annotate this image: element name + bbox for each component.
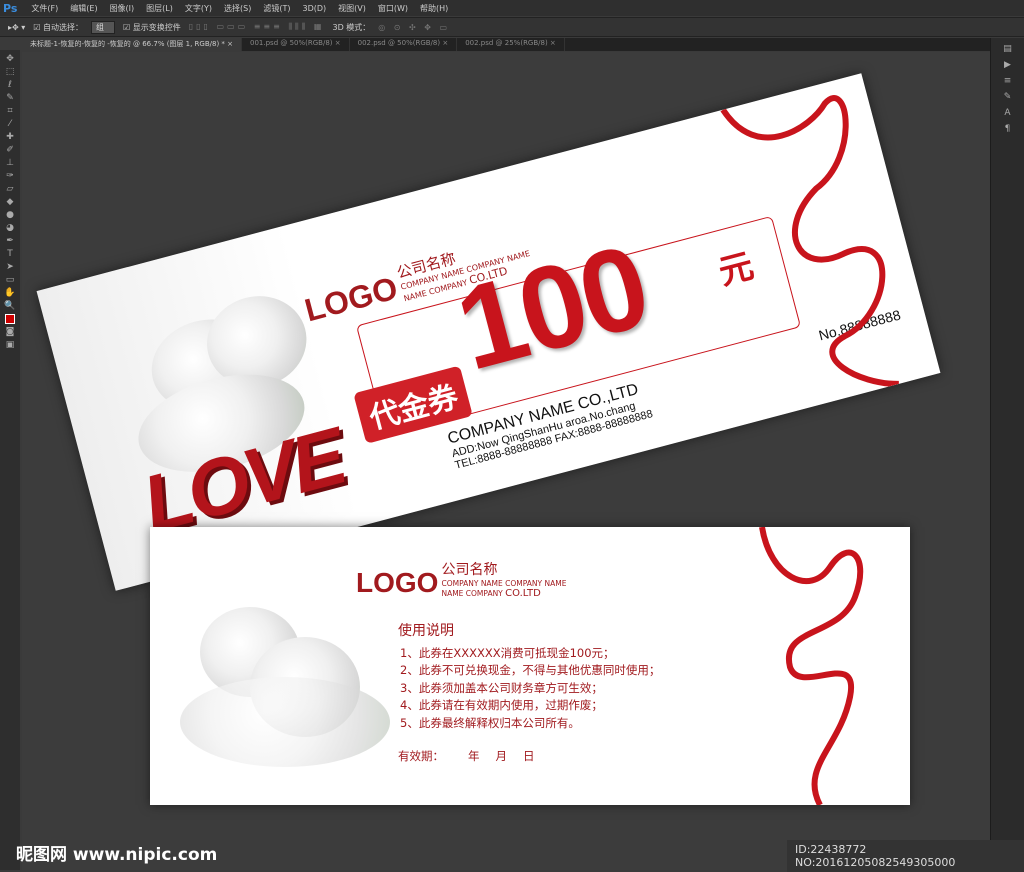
- instruction-item: 3、此券须加盖本公司财务章方可生效；: [400, 680, 603, 695]
- zoom-tool-icon[interactable]: 🔍: [4, 301, 15, 311]
- image-id-watermark: ID:22438772 NO:20161205082549305000: [787, 840, 1024, 872]
- validity-month: 月: [495, 749, 508, 763]
- menu-bar: Ps 文件(F) 编辑(E) 图像(I) 图层(L) 文字(Y) 选择(S) 滤…: [0, 0, 1024, 16]
- menu-3d[interactable]: 3D(D): [296, 4, 332, 13]
- color-swatch-icon[interactable]: [5, 314, 15, 324]
- menu-image[interactable]: 图像(I): [104, 3, 141, 14]
- auto-select-checkbox[interactable]: ☑ 自动选择：: [33, 22, 83, 33]
- menu-window[interactable]: 窗口(W): [372, 3, 414, 14]
- tab-document-4[interactable]: 002.psd @ 25%(RGB/8) ×: [457, 38, 565, 51]
- company-name-en: COMPANY NAME COMPANY NAME: [441, 579, 567, 588]
- instruction-item: 5、此券最终解释权归本公司所有。: [400, 715, 580, 730]
- quick-mask-icon[interactable]: ◙: [6, 327, 15, 337]
- shape-tool-icon[interactable]: ▭: [6, 275, 15, 285]
- instruction-item: 2、此券不可兑换现金，不得与其他优惠同时使用；: [400, 663, 661, 677]
- pen-tool-icon[interactable]: ✒: [6, 236, 14, 246]
- eyedropper-tool-icon[interactable]: ⁄: [9, 119, 11, 129]
- logo-text: LOGO: [356, 567, 439, 598]
- quick-select-tool-icon[interactable]: ✎: [6, 93, 14, 103]
- company-name-block: 公司名称 COMPANY NAME COMPANY NAME NAME COMP…: [441, 559, 566, 599]
- validity-row: 有效期： 年 月 日: [398, 748, 660, 766]
- brush-panel-icon[interactable]: ✎: [991, 92, 1024, 102]
- show-transform-checkbox[interactable]: ☑ 显示变换控件: [123, 22, 181, 33]
- marquee-tool-icon[interactable]: ⬚: [6, 67, 15, 77]
- crop-tool-icon[interactable]: ⌗: [7, 106, 12, 116]
- instruction-item: 4、此券请在有效期内使用，过期作废；: [400, 698, 603, 712]
- actions-panel-icon[interactable]: ▶: [991, 60, 1024, 70]
- blur-tool-icon[interactable]: ●: [6, 210, 14, 220]
- layers-panel-icon[interactable]: ≡: [991, 76, 1024, 86]
- tab-label: 001.psd @ 50%(RGB/8): [250, 39, 333, 47]
- menu-select[interactable]: 选择(S): [218, 3, 257, 14]
- menu-help[interactable]: 帮助(H): [414, 3, 454, 14]
- instructions-title: 使用说明: [398, 623, 454, 639]
- photoshop-logo: Ps: [3, 1, 18, 15]
- show-transform-label: 显示变换控件: [132, 22, 181, 32]
- hand-tool-icon[interactable]: ✋: [4, 288, 15, 298]
- tab-document-1[interactable]: 未标题-1-恢复的-恢复的 -恢复的 @ 66.7% (图层 1, RGB/8)…: [22, 38, 243, 51]
- eraser-tool-icon[interactable]: ▱: [7, 184, 14, 194]
- path-select-tool-icon[interactable]: ➤: [6, 262, 14, 272]
- stamp-tool-icon[interactable]: ⊥: [6, 158, 14, 168]
- petals-image: [180, 677, 390, 767]
- type-tool-icon[interactable]: T: [7, 249, 13, 259]
- menu-layer[interactable]: 图层(L): [140, 3, 179, 14]
- tab-label: 002.psd @ 25%(RGB/8): [465, 39, 548, 47]
- auto-select-label: 自动选择：: [43, 22, 83, 32]
- company-name-en: NAME COMPANY: [441, 589, 503, 598]
- menu-file[interactable]: 文件(F): [25, 3, 64, 14]
- tab-label: 002.psd @ 50%(RGB/8): [357, 39, 441, 47]
- company-logo-block: LOGO 公司名称 COMPANY NAME COMPANY NAME NAME…: [356, 559, 566, 599]
- menu-edit[interactable]: 编辑(E): [64, 3, 103, 14]
- move-tool-icon[interactable]: ✥: [6, 54, 14, 64]
- validity-year: 年: [468, 749, 480, 763]
- voucher-back: LOGO 公司名称 COMPANY NAME COMPANY NAME NAME…: [150, 527, 910, 805]
- align-icons[interactable]: ▯▯▯ ▭▭▭ ≡≡≡ ⫼⫼⫼ ▦: [189, 22, 325, 32]
- options-bar: ▸✥ ▾ ☑ 自动选择： 组 ☑ 显示变换控件 ▯▯▯ ▭▭▭ ≡≡≡ ⫼⫼⫼ …: [0, 17, 1024, 37]
- dodge-tool-icon[interactable]: ◕: [6, 223, 14, 233]
- document-tabs: 未标题-1-恢复的-恢复的 -恢复的 @ 66.7% (图层 1, RGB/8)…: [22, 38, 990, 51]
- tab-document-3[interactable]: 002.psd @ 50%(RGB/8) ×: [350, 38, 458, 51]
- nipic-watermark: 昵图网 www.nipic.com: [16, 845, 218, 865]
- move-tool-icon[interactable]: ▸✥ ▾: [8, 23, 25, 32]
- auto-select-dropdown[interactable]: 组: [91, 20, 115, 34]
- company-co-ltd: CO.LTD: [505, 588, 541, 599]
- tab-label: 未标题-1-恢复的-恢复的 -恢复的 @ 66.7% (图层 1, RGB/8)…: [30, 40, 225, 48]
- menu-filter[interactable]: 滤镜(T): [257, 3, 296, 14]
- history-brush-icon[interactable]: ✑: [6, 171, 14, 181]
- validity-day: 日: [523, 749, 535, 763]
- 3d-tools-icons[interactable]: ◎ ⊙ ✣ ✥ ▭: [378, 23, 450, 32]
- screen-mode-icon[interactable]: ▣: [6, 340, 15, 350]
- lasso-tool-icon[interactable]: ℓ: [8, 80, 12, 90]
- tools-list: ✥ ⬚ ℓ ✎ ⌗ ⁄ ✚ ✐ ⊥ ✑ ▱ ◆ ● ◕ ✒ T ➤ ▭ ✋ 🔍 …: [0, 50, 20, 450]
- paragraph-panel-icon[interactable]: ¶: [991, 124, 1024, 134]
- instruction-item: 1、此券在XXXXXX消费可抵现金100元；: [400, 645, 615, 660]
- character-panel-icon[interactable]: A: [991, 108, 1024, 118]
- mode-3d-label: 3D 模式：: [332, 22, 371, 32]
- validity-label: 有效期：: [398, 749, 444, 763]
- brush-tool-icon[interactable]: ✐: [6, 145, 14, 155]
- menu-type[interactable]: 文字(Y): [179, 3, 218, 14]
- red-ribbon-image: [759, 527, 864, 805]
- right-panel-dock: ▤ ▶ ≡ ✎ A ¶: [990, 38, 1024, 870]
- bucket-tool-icon[interactable]: ◆: [7, 197, 14, 207]
- usage-instructions: 使用说明 1、此券在XXXXXX消费可抵现金100元； 2、此券不可兑换现金，不…: [398, 623, 660, 766]
- history-panel-icon[interactable]: ▤: [991, 44, 1024, 54]
- company-name-cn: 公司名称: [441, 562, 498, 578]
- menu-view[interactable]: 视图(V): [332, 3, 372, 14]
- healing-tool-icon[interactable]: ✚: [6, 132, 14, 142]
- tab-document-2[interactable]: 001.psd @ 50%(RGB/8) ×: [242, 38, 350, 51]
